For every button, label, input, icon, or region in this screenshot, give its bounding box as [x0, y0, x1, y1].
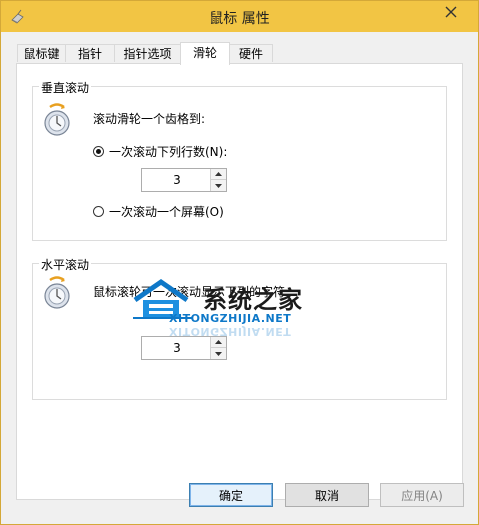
- lines-stepper-buttons: [210, 169, 226, 191]
- lines-increment-button[interactable]: [211, 169, 226, 180]
- vertical-description: 滚动滑轮一个齿格到:: [93, 112, 206, 126]
- title-bar[interactable]: 鼠标 属性: [1, 1, 478, 32]
- apply-button[interactable]: 应用(A): [380, 483, 464, 507]
- chars-decrement-button[interactable]: [211, 348, 226, 359]
- horizontal-scroll-label: 水平滚动: [39, 256, 92, 273]
- tab-wheel[interactable]: 滑轮: [180, 42, 230, 65]
- scroll-screen-option[interactable]: 一次滚动一个屏幕(O): [93, 203, 224, 220]
- scroll-lines-label: 一次滚动下列行数(N):: [109, 145, 228, 159]
- tab-pointers[interactable]: 指针: [65, 44, 115, 62]
- chars-input[interactable]: [142, 337, 212, 359]
- tab-mouse-buttons[interactable]: 鼠标键: [17, 44, 66, 62]
- chars-stepper-buttons: [210, 337, 226, 359]
- mouse-properties-window: 鼠标 属性 鼠标键 指针 指针选项 滑轮 硬件 垂直滚动 滚动滑轮一个齿格到: …: [0, 0, 479, 525]
- horizontal-scroll-group: 水平滚动 鼠标滚轮可一次滚动显示下列的字符: [32, 256, 447, 400]
- scroll-lines-radio[interactable]: [93, 146, 104, 157]
- cancel-button[interactable]: 取消: [285, 483, 369, 507]
- ok-button[interactable]: 确定: [189, 483, 273, 507]
- wheel-tab-panel: 垂直滚动 滚动滑轮一个齿格到: 一次滚动下列行数(N): 3 一次滚动一个屏幕(…: [16, 63, 463, 500]
- tab-hardware[interactable]: 硬件: [229, 44, 273, 62]
- vertical-scroll-label: 垂直滚动: [39, 79, 92, 96]
- scroll-screen-label: 一次滚动一个屏幕(O): [109, 205, 224, 219]
- chars-stepper[interactable]: [141, 336, 227, 360]
- arrow-down-icon: [215, 351, 222, 356]
- lines-decrement-button[interactable]: [211, 180, 226, 191]
- mouse-wheel-horizontal-icon: [44, 276, 70, 309]
- scroll-screen-radio[interactable]: [93, 206, 104, 217]
- scroll-lines-option[interactable]: 一次滚动下列行数(N):: [93, 143, 227, 160]
- arrow-up-icon: [215, 340, 222, 344]
- mouse-wheel-icon: [44, 103, 70, 136]
- dialog-client-area: 鼠标键 指针 指针选项 滑轮 硬件 垂直滚动 滚动滑轮一个齿格到: 一次滚动下列…: [9, 32, 470, 518]
- horizontal-description: 鼠标滚轮可一次滚动显示下列的字符: [93, 285, 286, 299]
- close-icon: [445, 6, 457, 18]
- chars-increment-button[interactable]: [211, 337, 226, 348]
- close-button[interactable]: [434, 2, 468, 22]
- lines-stepper[interactable]: [141, 168, 227, 192]
- lines-input[interactable]: [142, 169, 212, 191]
- tab-pointer-options[interactable]: 指针选项: [114, 44, 181, 62]
- vertical-scroll-group: 垂直滚动 滚动滑轮一个齿格到: 一次滚动下列行数(N): 3 一次滚动一个屏幕(…: [32, 79, 447, 241]
- arrow-up-icon: [215, 172, 222, 176]
- arrow-down-icon: [215, 183, 222, 188]
- window-title: 鼠标 属性: [209, 11, 270, 27]
